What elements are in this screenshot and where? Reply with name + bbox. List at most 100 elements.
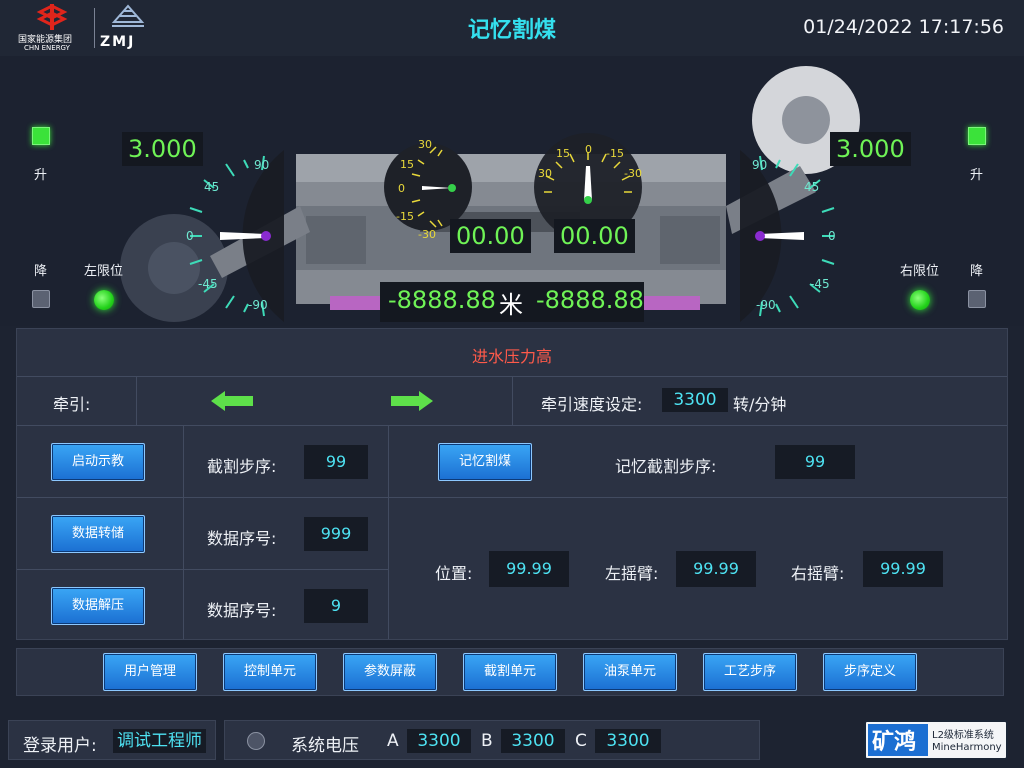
pitch-value-display: 00.00 bbox=[450, 219, 531, 253]
control-panel: 进水压力高 牵引: 牵引速度设定: 3300 转/分钟 启动示教 数据转储 数据… bbox=[16, 328, 1008, 640]
nav-cutting-unit[interactable]: 截割单元 bbox=[463, 653, 557, 691]
cut-step-value[interactable]: 99 bbox=[304, 445, 368, 479]
nav-oil-pump-unit[interactable]: 油泵单元 bbox=[583, 653, 677, 691]
org-name-en: CHN ENERGY bbox=[24, 44, 70, 52]
position-readout: -8888.88 米 -8888.88 bbox=[380, 282, 644, 322]
pitch-dial-label: 15 bbox=[400, 158, 414, 171]
left-arm-value: 99.99 bbox=[676, 551, 756, 587]
left-lower-checkbox[interactable] bbox=[32, 290, 50, 308]
data-seq2-label: 数据序号: bbox=[207, 601, 277, 620]
speed-setting-input[interactable]: 3300 bbox=[662, 388, 728, 412]
right-lower-label: 降 bbox=[970, 264, 984, 279]
nav-process-steps[interactable]: 工艺步序 bbox=[703, 653, 797, 691]
data-unpack-button[interactable]: 数据解压 bbox=[51, 587, 145, 625]
position-label: 位置: bbox=[435, 564, 473, 583]
left-gauge-label: 90 bbox=[254, 158, 270, 172]
user-label: 登录用户: bbox=[23, 736, 97, 756]
right-raise-label: 升 bbox=[970, 168, 984, 183]
pitch-dial-label: -15 bbox=[396, 210, 414, 223]
col-divider bbox=[512, 376, 513, 425]
user-value: 调试工程师 bbox=[113, 729, 206, 753]
left-lower-label: 降 bbox=[34, 264, 48, 279]
right-gauge-label: -45 bbox=[810, 277, 830, 291]
memory-step-value[interactable]: 99 bbox=[775, 445, 855, 479]
phase-b-value: 3300 bbox=[501, 729, 565, 753]
phase-a-label: A bbox=[387, 731, 399, 751]
pitch-dial-label: 30 bbox=[418, 138, 432, 151]
traction-left-button[interactable] bbox=[211, 391, 253, 411]
roll-dial-label: 30 bbox=[538, 167, 552, 180]
phase-a-value: 3300 bbox=[407, 729, 471, 753]
phase-c-label: C bbox=[575, 731, 587, 751]
speed-setting-label: 牵引速度设定: bbox=[541, 395, 643, 414]
user-box: 登录用户: 调试工程师 bbox=[8, 720, 216, 760]
right-height-display: 3.000 bbox=[830, 132, 911, 166]
left-height-display: 3.000 bbox=[122, 132, 203, 166]
right-gauge-label: 45 bbox=[804, 180, 820, 194]
left-raise-indicator bbox=[32, 127, 50, 145]
row-divider bbox=[17, 425, 1007, 426]
phase-b-label: B bbox=[481, 731, 493, 751]
left-gauge-label: 0 bbox=[186, 229, 194, 243]
data-seq-label: 数据序号: bbox=[207, 529, 277, 548]
mineharmony-logo: 矿鸿 L2级标准系统 MineHarmony bbox=[864, 720, 1008, 760]
left-gauge-label: -90 bbox=[248, 298, 268, 312]
shearer-visual: 升 降 左限位 3.000 90 45 0 -45 -90 30 15 0 -1… bbox=[0, 56, 1024, 326]
col-divider bbox=[136, 376, 137, 425]
memory-step-label: 记忆截割步序: bbox=[615, 457, 717, 476]
left-arm-label: 左摇臂: bbox=[605, 564, 659, 583]
right-gauge-label: 0 bbox=[828, 229, 836, 243]
header-bar: 国家能源集团 CHN ENERGY ZMJ 记忆割煤 01/24/2022 17… bbox=[0, 0, 1024, 56]
left-position-value: -8888.88 bbox=[388, 286, 496, 314]
voltage-box: 系统电压 A 3300 B 3300 C 3300 bbox=[224, 720, 760, 760]
cut-step-label: 截割步序: bbox=[207, 457, 277, 476]
memory-cut-button[interactable]: 记忆割煤 bbox=[438, 443, 532, 481]
left-gauge-label: -45 bbox=[198, 277, 218, 291]
right-lower-checkbox[interactable] bbox=[968, 290, 986, 308]
nav-step-definition[interactable]: 步序定义 bbox=[823, 653, 917, 691]
roll-value-display: 00.00 bbox=[554, 219, 635, 253]
col-divider bbox=[183, 425, 184, 639]
right-limit-indicator bbox=[910, 290, 930, 310]
left-limit-label: 左限位 bbox=[84, 264, 124, 279]
alarm-message: 进水压力高 bbox=[471, 347, 552, 366]
traction-right-button[interactable] bbox=[391, 391, 433, 411]
left-gauge-label: 45 bbox=[204, 180, 220, 194]
nav-user-management[interactable]: 用户管理 bbox=[103, 653, 197, 691]
pitch-dial-label: -30 bbox=[418, 228, 436, 241]
right-gauge-label: 90 bbox=[752, 158, 768, 172]
right-arm-value: 99.99 bbox=[863, 551, 943, 587]
left-limit-indicator bbox=[94, 290, 114, 310]
roll-dial-label: -30 bbox=[624, 167, 642, 180]
voltage-label: 系统电压 bbox=[291, 736, 359, 756]
nav-param-shield[interactable]: 参数屏蔽 bbox=[343, 653, 437, 691]
roll-dial-label: 0 bbox=[585, 143, 592, 156]
right-limit-label: 右限位 bbox=[900, 264, 940, 279]
arrow-right-icon bbox=[391, 391, 433, 411]
right-gauge-label: -90 bbox=[756, 298, 776, 312]
pitch-dial-label: 0 bbox=[398, 182, 405, 195]
row-divider bbox=[17, 497, 1007, 498]
voltage-status-indicator bbox=[247, 732, 265, 750]
data-dump-button[interactable]: 数据转储 bbox=[51, 515, 145, 553]
row-divider bbox=[17, 569, 388, 570]
roll-dial-label: 15 bbox=[556, 147, 570, 160]
left-raise-label: 升 bbox=[34, 168, 48, 183]
start-teach-button[interactable]: 启动示教 bbox=[51, 443, 145, 481]
datetime: 01/24/2022 17:17:56 bbox=[803, 16, 1004, 38]
product-level: L2级标准系统 bbox=[932, 730, 994, 741]
data-seq-value[interactable]: 999 bbox=[304, 517, 368, 551]
traction-label: 牵引: bbox=[53, 395, 91, 414]
right-raise-indicator bbox=[968, 127, 986, 145]
roll-dial-label: -15 bbox=[606, 147, 624, 160]
right-position-value: -8888.88 bbox=[536, 286, 644, 314]
speed-unit-label: 转/分钟 bbox=[733, 395, 787, 414]
arrow-left-icon bbox=[211, 391, 253, 411]
product-name-cn: 矿鸿 bbox=[872, 730, 917, 755]
phase-c-value: 3300 bbox=[595, 729, 661, 753]
product-name-en: MineHarmony bbox=[932, 742, 1002, 753]
bottom-nav: 用户管理 控制单元 参数屏蔽 截割单元 油泵单元 工艺步序 步序定义 bbox=[16, 648, 1004, 696]
nav-control-unit[interactable]: 控制单元 bbox=[223, 653, 317, 691]
data-seq2-value[interactable]: 9 bbox=[304, 589, 368, 623]
position-unit: 米 bbox=[499, 291, 523, 319]
